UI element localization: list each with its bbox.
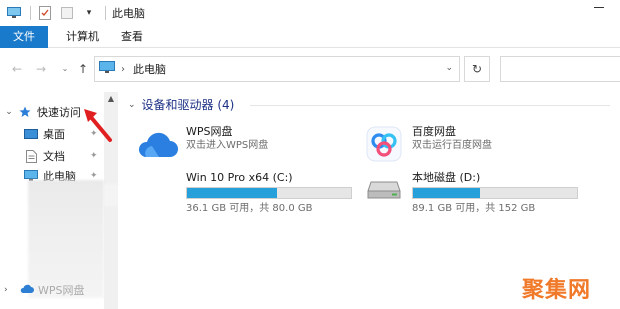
search-input[interactable] xyxy=(500,56,620,82)
drive-usage-fill xyxy=(413,188,481,198)
sidebar-item-wps-drive[interactable]: › WPS网盘 xyxy=(0,280,85,300)
properties-icon[interactable] xyxy=(37,5,53,21)
watermark-logo: 聚集网 xyxy=(522,278,592,303)
chevron-right-icon[interactable]: › xyxy=(121,64,125,75)
window-title: 此电脑 xyxy=(112,7,145,20)
cloud-icon xyxy=(20,284,34,297)
drive-usage-bar xyxy=(412,187,578,199)
computer-icon[interactable] xyxy=(6,5,22,21)
sidebar-item-quick-access[interactable]: ⌄ 快速访问 xyxy=(0,102,81,122)
title-bar: ▾ 此电脑 xyxy=(0,0,620,26)
sidebar-item-label: WPS网盘 xyxy=(38,284,85,297)
drive-free-space: 36.1 GB 可用，共 80.0 GB xyxy=(186,203,313,214)
drive-name: 本地磁盘 (D:) xyxy=(412,171,481,184)
tab-view[interactable]: 查看 xyxy=(115,26,149,48)
baidu-netdisk-icon xyxy=(362,124,406,164)
device-description: 双击进入WPS网盘 xyxy=(186,140,269,151)
hard-drive-icon xyxy=(362,170,406,210)
desktop-icon xyxy=(24,127,38,141)
sidebar-item-label: 桌面 xyxy=(43,128,65,141)
scroll-up-arrow-icon[interactable]: ▲ xyxy=(104,94,118,104)
cloud-icon xyxy=(136,124,180,164)
computer-icon xyxy=(99,61,115,77)
chevron-down-icon[interactable]: ⌄ xyxy=(4,107,14,117)
chevron-right-icon[interactable]: › xyxy=(4,285,14,295)
address-bar[interactable]: › 此电脑 ⌄ xyxy=(94,56,460,82)
pin-icon[interactable]: ✦ xyxy=(90,151,98,161)
drive-name: Win 10 Pro x64 (C:) xyxy=(186,171,293,184)
device-wps-drive[interactable]: WPS网盘 双击进入WPS网盘 xyxy=(136,124,268,164)
red-arrow-annotation xyxy=(84,109,112,142)
refresh-button[interactable]: ↻ xyxy=(464,56,490,82)
sidebar-item-documents[interactable]: 文档 xyxy=(24,146,65,166)
navigation-bar: ← → ⌄ ↑ › 此电脑 ⌄ ↻ xyxy=(0,48,620,92)
forward-arrow-icon[interactable]: → xyxy=(34,62,48,76)
device-name: WPS网盘 xyxy=(186,125,233,138)
toolbar-divider xyxy=(30,6,31,20)
minimize-icon[interactable] xyxy=(594,7,604,8)
group-title: 设备和驱动器 (4) xyxy=(141,98,235,112)
tab-file[interactable]: 文件 xyxy=(0,26,48,48)
back-arrow-icon[interactable]: ← xyxy=(10,62,24,76)
chevron-down-icon[interactable]: ⌄ xyxy=(445,63,453,73)
drive-usage-bar xyxy=(186,187,352,199)
sidebar-item-desktop[interactable]: 桌面 xyxy=(24,124,65,144)
star-icon xyxy=(18,105,32,119)
tab-computer[interactable]: 计算机 xyxy=(60,26,105,48)
drive-usage-fill xyxy=(187,188,278,198)
chevron-down-icon[interactable]: ⌄ xyxy=(128,100,136,110)
new-folder-icon[interactable] xyxy=(59,5,75,21)
group-header-devices[interactable]: ⌄ 设备和驱动器 (4) xyxy=(128,96,610,113)
divider xyxy=(250,105,610,106)
drive-d[interactable]: 本地磁盘 (D:) 89.1 GB 可用，共 152 GB xyxy=(362,170,578,216)
drive-free-space: 89.1 GB 可用，共 152 GB xyxy=(412,203,536,214)
up-arrow-icon[interactable]: ↑ xyxy=(76,62,90,76)
toolbar-divider xyxy=(105,6,106,20)
device-baidu-netdisk[interactable]: 百度网盘 双击运行百度网盘 xyxy=(362,124,492,164)
recent-locations-icon[interactable]: ⌄ xyxy=(58,62,72,76)
customize-toolbar-dropdown-icon[interactable]: ▾ xyxy=(81,5,97,21)
sidebar-item-label: 文档 xyxy=(43,150,65,163)
device-name: 百度网盘 xyxy=(412,125,456,138)
device-description: 双击运行百度网盘 xyxy=(412,140,492,151)
document-icon xyxy=(24,149,38,163)
ribbon-tabs: 文件 计算机 查看 xyxy=(0,26,620,48)
sidebar-item-label: 快速访问 xyxy=(37,106,81,119)
drive-c[interactable]: Win 10 Pro x64 (C:) 36.1 GB 可用，共 80.0 GB xyxy=(136,170,352,216)
address-path[interactable]: 此电脑 xyxy=(133,61,166,77)
